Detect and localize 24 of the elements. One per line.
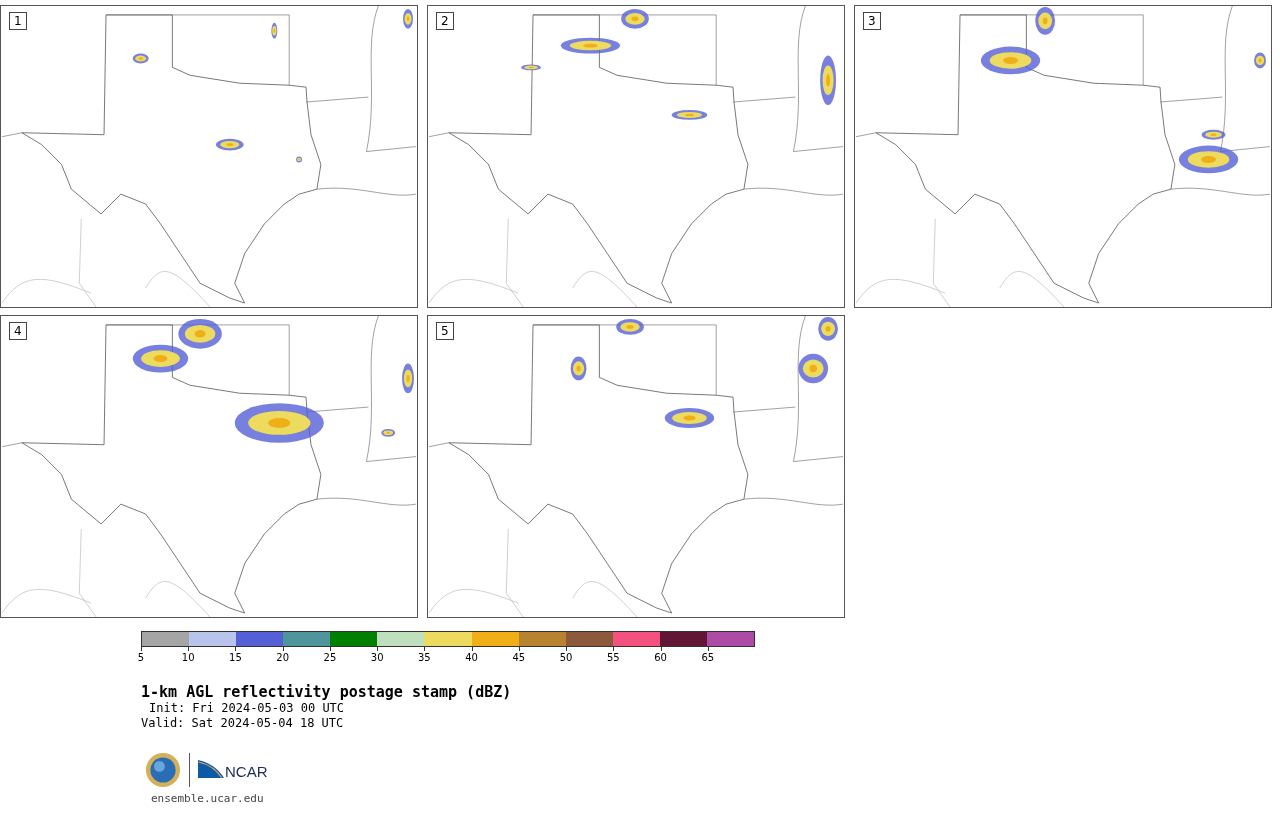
- chart-title: 1-km AGL reflectivity postage stamp (dBZ): [141, 683, 513, 701]
- tick-label: 65: [701, 652, 715, 663]
- panel-number: 4: [9, 322, 27, 340]
- globe-seal-icon: [145, 752, 181, 788]
- tick-label: 30: [370, 652, 384, 663]
- panel-number: 1: [9, 12, 27, 30]
- valid-time: Valid: Sat 2024-05-04 18 UTC: [141, 716, 345, 731]
- tick-label: 60: [654, 652, 667, 663]
- tick-label: 10: [181, 652, 195, 663]
- panel-number: 5: [436, 322, 454, 340]
- init-time: Init: Fri 2024-05-03 00 UTC: [148, 701, 346, 716]
- tick-label: 50: [559, 652, 573, 663]
- tick-label: 35: [418, 652, 431, 663]
- tick-label: 45: [512, 652, 526, 663]
- tick-label: 15: [229, 652, 242, 663]
- tick-label: 20: [276, 652, 290, 663]
- tick-label: 25: [323, 652, 337, 663]
- panel-number: 2: [436, 12, 454, 30]
- tick-label: 40: [465, 652, 478, 663]
- website-url: ensemble.ucar.edu: [151, 792, 265, 805]
- ncar-logo: NCAR: [198, 760, 268, 780]
- panel-number: 3: [863, 12, 881, 30]
- tick-label: 55: [606, 652, 620, 663]
- tick-label: 5: [137, 652, 145, 663]
